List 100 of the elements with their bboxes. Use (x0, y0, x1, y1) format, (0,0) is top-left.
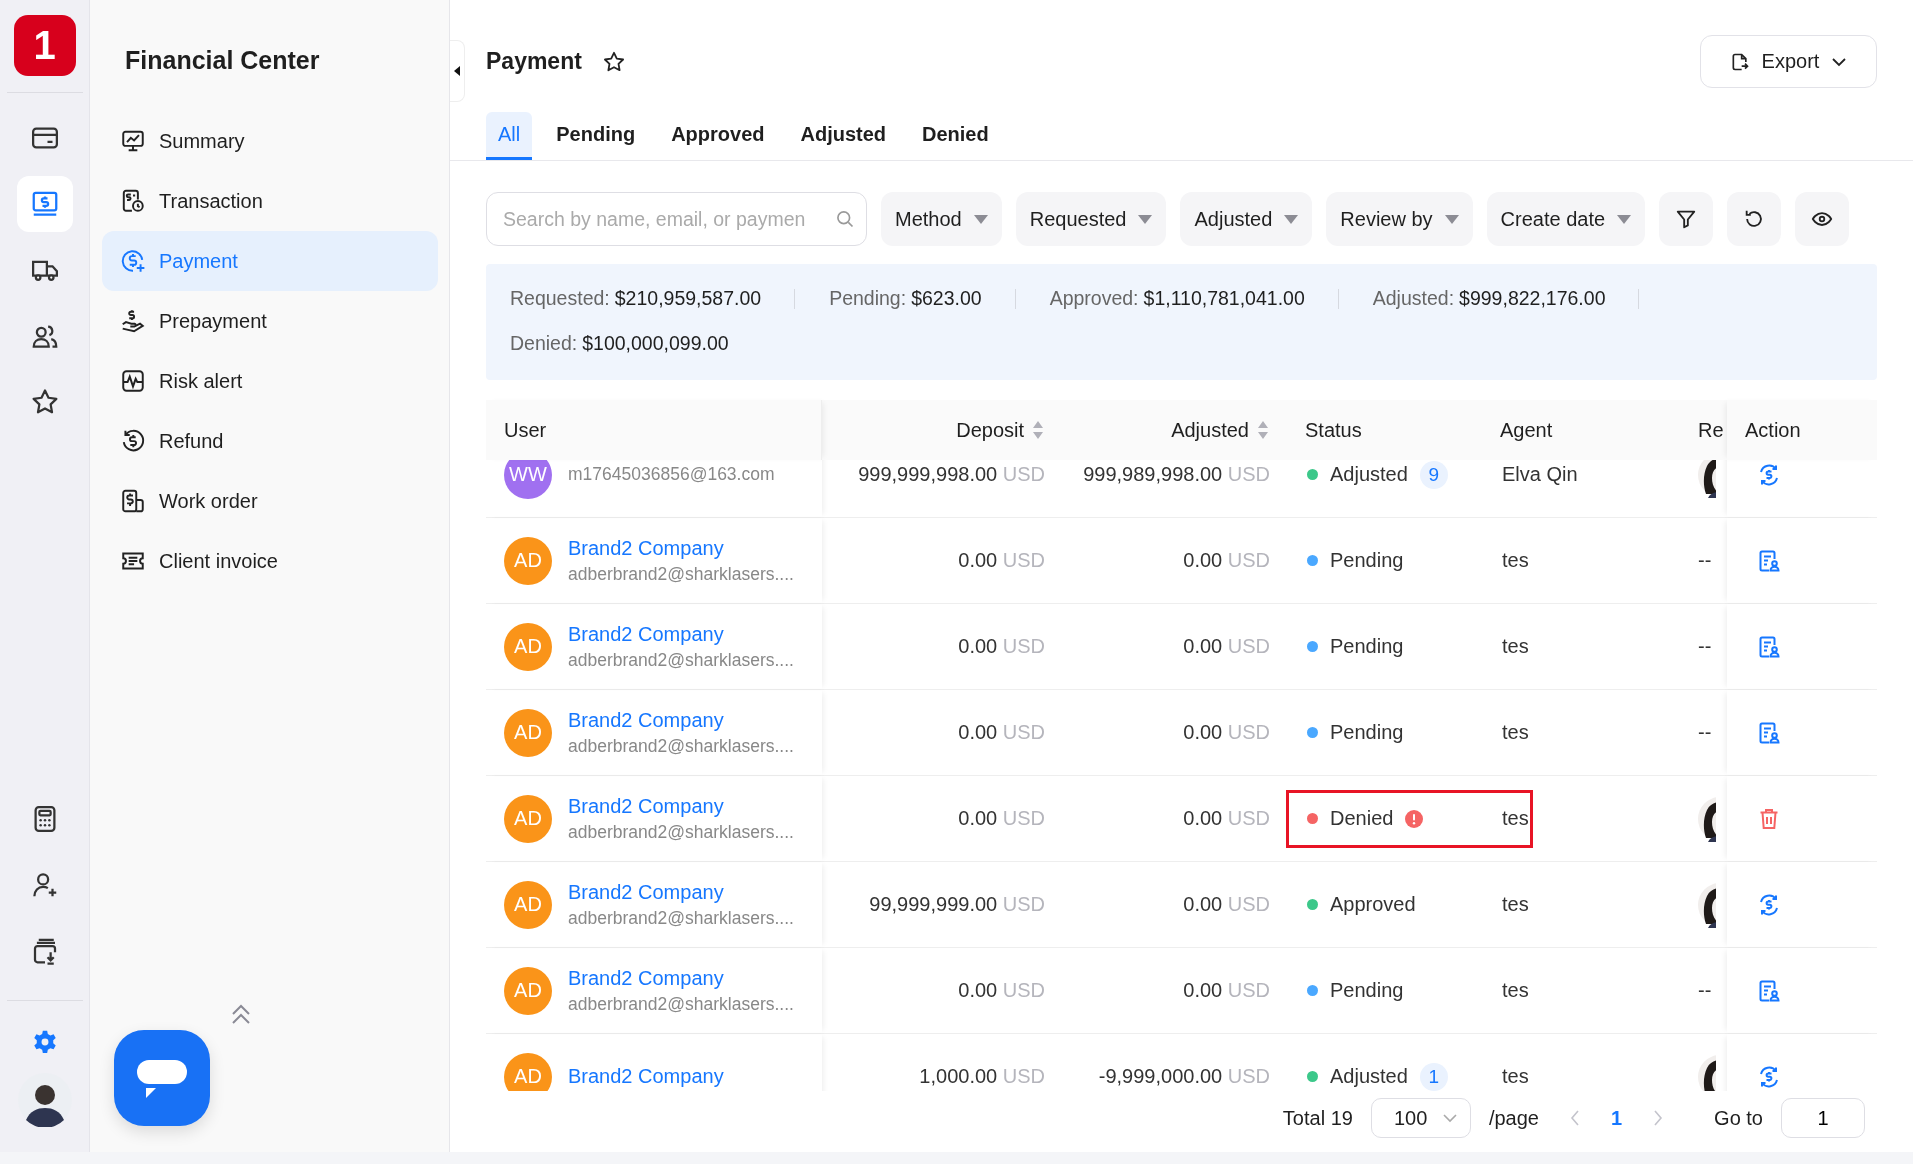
user-name-link[interactable]: Brand2 Company (568, 794, 794, 818)
document-person-icon[interactable] (1757, 548, 1781, 573)
caret-down-icon (1284, 214, 1299, 224)
status-dot (1307, 1071, 1318, 1082)
sidebar-item[interactable]: Transaction (102, 171, 438, 231)
status-dot (1307, 469, 1318, 480)
page-size-select[interactable]: 100 (1370, 1098, 1471, 1138)
status-dot (1307, 641, 1318, 652)
filter-dropdown[interactable]: Create date (1486, 192, 1646, 246)
settings-icon[interactable] (31, 1029, 58, 1055)
tab[interactable]: Pending (544, 112, 648, 160)
user-name-link[interactable]: Brand2 Company (568, 966, 794, 990)
sidebar-title: Financial Center (124, 45, 321, 76)
caret-down-icon (1617, 214, 1632, 224)
summary-value: $1,110,781,041.00 (1143, 287, 1305, 310)
user-name-link[interactable]: Brand2 Company (568, 536, 794, 560)
user-avatar: AD (504, 1052, 552, 1091)
sidebar-item[interactable]: Prepayment (102, 291, 438, 351)
page-number[interactable]: 1 (1610, 1106, 1623, 1130)
user-name-link[interactable]: Brand2 Company (568, 708, 794, 732)
filter-button[interactable] (1659, 192, 1714, 246)
dollar-plus-icon (120, 248, 146, 274)
document-person-icon[interactable] (1757, 978, 1781, 1003)
chat-button[interactable] (114, 1030, 210, 1126)
sidebar-item-label: Prepayment (159, 309, 267, 333)
tab[interactable]: Adjusted (788, 112, 899, 160)
collapse-tab[interactable] (450, 40, 465, 102)
status-label: Pending (1330, 635, 1404, 658)
document-person-icon[interactable] (1757, 720, 1781, 745)
caret-down-icon (1444, 214, 1459, 224)
summary-value: $623.00 (911, 287, 982, 310)
document-person-icon[interactable] (1757, 634, 1781, 659)
search-icon (835, 209, 855, 229)
adjusted-amount: 0.00 USD (1183, 893, 1270, 916)
caret-down-icon (973, 214, 988, 224)
sidebar-item[interactable]: Summary (102, 111, 438, 171)
view-button[interactable] (1795, 192, 1850, 246)
deposit-amount: 0.00 USD (958, 721, 1045, 744)
refund-icon (120, 428, 146, 454)
agent-name: tes (1502, 979, 1529, 1002)
filter-dropdown[interactable]: Review by (1326, 192, 1473, 246)
sidebar-item[interactable]: Client invoice (102, 531, 438, 591)
app-logo[interactable]: 1 (13, 15, 76, 76)
star-icon[interactable] (601, 49, 626, 74)
status-dot (1307, 555, 1318, 566)
agent-name: Elva Qin (1502, 463, 1578, 486)
reviewer-empty: -- (1698, 721, 1712, 744)
deposit-amount: 0.00 USD (958, 635, 1045, 658)
export-button[interactable]: Export (1700, 35, 1877, 88)
status-label: Pending (1330, 979, 1404, 1002)
user-avatar: WW (504, 460, 552, 499)
deposit-amount: 0.00 USD (958, 549, 1045, 572)
filter-dropdown[interactable]: Method (881, 192, 1002, 246)
reviewer-empty: -- (1698, 979, 1712, 1002)
receipt-clock-icon (120, 188, 146, 214)
go-to-field[interactable]: 1 (1781, 1098, 1865, 1138)
chat-bubble-icon (137, 1058, 187, 1098)
column-header: User (504, 418, 547, 442)
user-name-link[interactable]: Brand2 Company (568, 880, 794, 904)
reviewer-empty: -- (1698, 635, 1712, 658)
reset-button[interactable] (1727, 192, 1782, 246)
agent-name: tes (1502, 721, 1529, 744)
user-email: adberbrand2@sharklasers.... (568, 907, 794, 929)
agent-name: tes (1502, 635, 1529, 658)
sidebar-item-label: Client invoice (159, 549, 278, 573)
sidebar-item-label: Payment (159, 249, 238, 273)
sidebar-item-label: Risk alert (159, 369, 243, 393)
dollar-refresh-icon[interactable] (1757, 1064, 1781, 1089)
sidebar-item[interactable]: Work order (102, 471, 438, 531)
search-field[interactable]: Search by name, email, or paymen (486, 192, 867, 246)
user-avatar: AD (504, 966, 552, 1015)
filter-dropdown[interactable]: Requested (1015, 192, 1167, 246)
agent-name: tes (1502, 893, 1529, 916)
dollar-refresh-icon[interactable] (1757, 892, 1781, 917)
summary-label: Denied: (510, 332, 578, 355)
status-dot (1307, 813, 1318, 824)
user-name-link[interactable]: Brand2 Company (568, 622, 794, 646)
adjusted-amount: 0.00 USD (1183, 721, 1270, 744)
summary-label: Pending: (829, 287, 907, 310)
dollar-refresh-icon[interactable] (1757, 462, 1781, 487)
status-label: Adjusted (1330, 1065, 1408, 1088)
dollar-document-icon (120, 488, 146, 514)
summary-value: $100,000,099.00 (582, 332, 729, 355)
user-email: m17645036856@163.com (568, 464, 775, 485)
user-name-link[interactable]: Brand2 Company (568, 1065, 724, 1088)
tab[interactable]: Denied (910, 112, 1001, 160)
column-header[interactable]: Deposit (956, 418, 1024, 442)
adjusted-amount: 999,989,998.00 USD (1083, 463, 1270, 486)
tab[interactable]: Approved (659, 112, 777, 160)
status-dot (1307, 985, 1318, 996)
sidebar-item[interactable]: Risk alert (102, 351, 438, 411)
filter-dropdown[interactable]: Adjusted (1180, 192, 1313, 246)
sidebar-item-label: Work order (159, 489, 258, 513)
sidebar-item[interactable]: Refund (102, 411, 438, 471)
summary-label: Requested: (510, 287, 610, 310)
column-header[interactable]: Adjusted (1171, 418, 1249, 442)
warning-icon[interactable] (1405, 809, 1424, 828)
caret-left-icon (453, 65, 461, 77)
sidebar-item[interactable]: Payment (102, 231, 438, 291)
tab[interactable]: All (486, 112, 533, 160)
